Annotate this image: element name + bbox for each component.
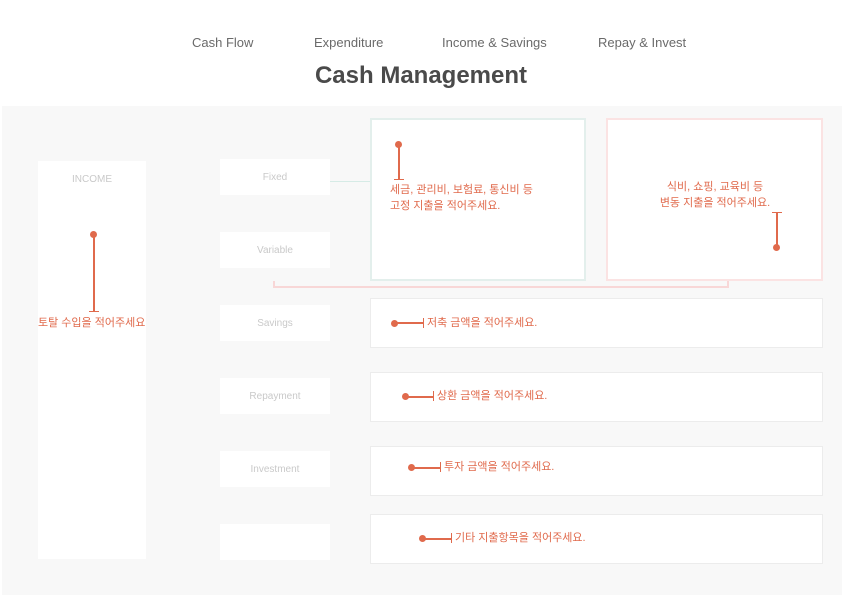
top-nav: Cash Flow Expenditure Income & Savings R… <box>0 35 842 51</box>
variable-hint-line1: 식비, 쇼핑, 교육비 등 <box>666 181 764 193</box>
nav-cash-flow[interactable]: Cash Flow <box>192 35 253 50</box>
repayment-hint: 상환 금액을 적어주세요. <box>437 390 548 402</box>
nav-expenditure[interactable]: Expenditure <box>314 35 383 50</box>
investment-pointer-cap <box>440 462 441 472</box>
variable-connector <box>273 281 729 288</box>
variable-pointer-dot <box>773 244 780 251</box>
fixed-hint-line2: 고정 지출을 적어주세요. <box>390 200 501 212</box>
variable-hint-line2: 변동 지출을 적어주세요. <box>659 197 771 209</box>
nav-income-savings[interactable]: Income & Savings <box>442 35 547 50</box>
savings-pointer-line <box>396 322 423 324</box>
income-column[interactable] <box>38 161 146 559</box>
category-investment-label: Investment <box>250 464 300 475</box>
category-repayment-label: Repayment <box>249 391 301 402</box>
repayment-pointer-line <box>407 396 433 398</box>
nav-repay-invest[interactable]: Repay & Invest <box>598 35 686 50</box>
investment-hint: 투자 금액을 적어주세요. <box>444 461 555 473</box>
savings-hint: 저축 금액을 적어주세요. <box>427 317 538 329</box>
income-pointer-cap <box>89 311 99 312</box>
page-title: Cash Management <box>314 62 528 89</box>
category-variable-label: Variable <box>257 245 293 256</box>
income-pointer-line <box>93 235 95 312</box>
investment-box[interactable] <box>370 446 823 496</box>
fixed-hint-line1: 세금, 관리비, 보험료, 통신비 등 <box>390 184 533 196</box>
fixed-pointer-line <box>398 145 400 180</box>
fixed-connector <box>330 181 370 182</box>
fixed-pointer-cap <box>394 179 404 180</box>
income-label: INCOME <box>72 174 112 185</box>
other-hint: 기타 지출항목을 적어주세요. <box>455 532 586 544</box>
savings-pointer-cap <box>423 318 424 328</box>
repayment-pointer-cap <box>433 391 434 401</box>
investment-pointer-line <box>413 467 440 469</box>
category-other[interactable] <box>220 524 330 560</box>
other-pointer-cap <box>451 533 452 543</box>
income-hint: 토탈 수입을 적어주세요 <box>38 317 146 329</box>
category-savings-label: Savings <box>257 318 293 329</box>
category-fixed-label: Fixed <box>262 172 288 183</box>
other-pointer-line <box>424 538 451 540</box>
variable-pointer-line <box>776 212 778 245</box>
